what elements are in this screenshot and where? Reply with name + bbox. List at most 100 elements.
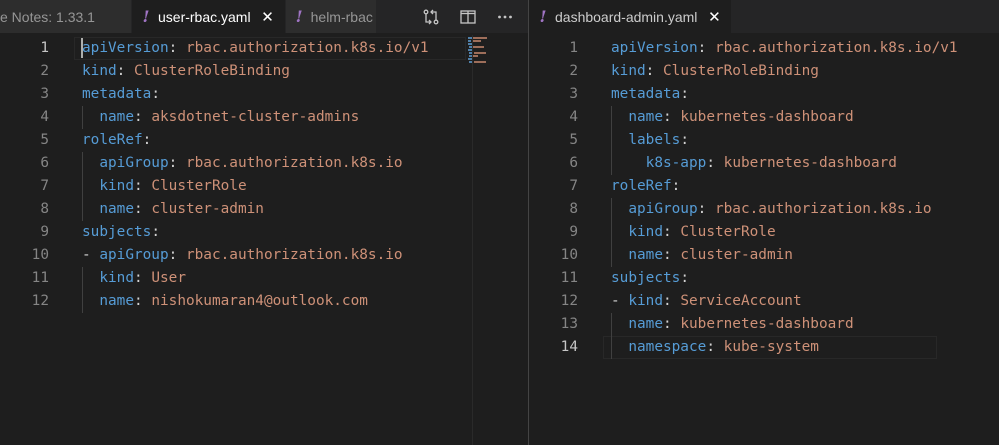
line-number: 14 xyxy=(560,339,578,355)
yaml-value: rbac.authorization.k8s.io xyxy=(185,247,403,263)
code-editor-right[interactable]: 1 apiVersion: rbac.authorization.k8s.io/v… xyxy=(529,35,999,445)
code-text: kind: User xyxy=(99,270,186,286)
code-line[interactable]: 7 roleRef: xyxy=(529,175,999,198)
line-number: 8 xyxy=(40,201,49,217)
editor-actions xyxy=(408,0,528,33)
code-line[interactable]: 7 kind: ClusterRole xyxy=(0,175,528,198)
code-line[interactable]: 6 k8s-app: kubernetes-dashboard xyxy=(529,152,999,175)
code-line[interactable]: 8 name: cluster-admin xyxy=(0,198,528,221)
yaml-key: kind xyxy=(99,270,134,286)
yaml-value: ClusterRole xyxy=(680,224,776,240)
line-number: 1 xyxy=(40,40,49,56)
line-number: 12 xyxy=(31,293,49,309)
code-line[interactable]: 11 subjects: xyxy=(529,267,999,290)
minimap[interactable] xyxy=(468,35,488,65)
code-line[interactable]: 4 name: aksdotnet-cluster-admins xyxy=(0,106,528,129)
line-number: 8 xyxy=(569,201,578,217)
tab-user-rbac-yaml[interactable]: ! user-rbac.yaml ✕ xyxy=(132,0,286,33)
more-actions-icon[interactable] xyxy=(493,5,517,29)
scrollbar-track[interactable] xyxy=(472,35,473,445)
code-line[interactable]: 8 apiGroup: rbac.authorization.k8s.io xyxy=(529,198,999,221)
line-number: 6 xyxy=(569,155,578,171)
line-number: 1 xyxy=(569,40,578,56)
line-number: 9 xyxy=(569,224,578,240)
code-text: apiGroup: rbac.authorization.k8s.io xyxy=(628,201,932,217)
close-icon[interactable]: ✕ xyxy=(707,8,721,26)
code-text: kind: ClusterRoleBinding xyxy=(82,63,290,79)
code-line[interactable]: 11 kind: User xyxy=(0,267,528,290)
tab-dashboard-admin-yaml[interactable]: ! dashboard-admin.yaml ✕ xyxy=(529,0,733,33)
yaml-value: ClusterRole xyxy=(151,178,247,194)
tab-label: dashboard-admin.yaml xyxy=(555,8,698,25)
yaml-key: kind xyxy=(611,63,646,79)
code-line[interactable]: 10 name: cluster-admin xyxy=(529,244,999,267)
yaml-value: nishokumaran4@outlook.com xyxy=(151,293,368,309)
indent-guide xyxy=(611,313,612,359)
code-line[interactable]: 12 name: nishokumaran4@outlook.com xyxy=(0,290,528,313)
yaml-value: cluster-admin xyxy=(680,247,793,263)
code-line[interactable]: 6 apiGroup: rbac.authorization.k8s.io xyxy=(0,152,528,175)
code-editor-left[interactable]: 1 apiVersion: rbac.authorization.k8s.io/v… xyxy=(0,35,528,445)
close-icon[interactable]: ✕ xyxy=(261,8,275,26)
code-text: roleRef: xyxy=(611,178,681,194)
yaml-key: kind xyxy=(82,63,117,79)
yaml-value: ClusterRoleBinding xyxy=(134,63,290,79)
yaml-key: name xyxy=(628,316,663,332)
code-text: apiVersion: rbac.authorization.k8s.io/v1 xyxy=(82,40,429,56)
yaml-key: subjects xyxy=(611,270,681,286)
line-number: 3 xyxy=(569,86,578,102)
code-text: roleRef: xyxy=(82,132,152,148)
yaml-key: name xyxy=(99,293,134,309)
split-editor-icon[interactable] xyxy=(456,5,480,29)
yaml-value: rbac.authorization.k8s.io xyxy=(714,201,932,217)
yaml-value: rbac.authorization.k8s.io/v1 xyxy=(185,40,429,56)
code-line[interactable]: 1 apiVersion: rbac.authorization.k8s.io/v… xyxy=(529,37,999,60)
yaml-icon: ! xyxy=(295,7,303,26)
code-text: name: aksdotnet-cluster-admins xyxy=(99,109,360,125)
line-number: 6 xyxy=(40,155,49,171)
code-line[interactable]: 12 - kind: ServiceAccount xyxy=(529,290,999,313)
code-line[interactable]: 2 kind: ClusterRoleBinding xyxy=(529,60,999,83)
code-line[interactable]: 10 - apiGroup: rbac.authorization.k8s.io xyxy=(0,244,528,267)
indent-guide xyxy=(611,106,612,175)
code-text: name: kubernetes-dashboard xyxy=(628,109,854,125)
indent-guide xyxy=(82,267,83,313)
yaml-key: apiVersion xyxy=(611,40,698,56)
code-line[interactable]: 9 kind: ClusterRole xyxy=(529,221,999,244)
code-line[interactable]: 5 roleRef: xyxy=(0,129,528,152)
yaml-key: kind xyxy=(628,293,663,309)
yaml-value: kube-system xyxy=(723,339,819,355)
code-line[interactable]: 9 subjects: xyxy=(0,221,528,244)
line-number: 3 xyxy=(40,86,49,102)
code-line[interactable]: 3 metadata: xyxy=(529,83,999,106)
tab-release-notes[interactable]: e Notes: 1.33.1 xyxy=(0,0,132,33)
open-changes-icon[interactable] xyxy=(419,5,443,29)
code-text: subjects: xyxy=(82,224,160,240)
code-line[interactable]: 2 kind: ClusterRoleBinding xyxy=(0,60,528,83)
code-text: k8s-app: kubernetes-dashboard xyxy=(645,155,897,171)
line-number: 11 xyxy=(31,270,49,286)
code-line[interactable]: 5 labels: xyxy=(529,129,999,152)
line-number: 12 xyxy=(560,293,578,309)
code-line[interactable]: 13 name: kubernetes-dashboard xyxy=(529,313,999,336)
yaml-icon: ! xyxy=(539,7,547,26)
code-line[interactable]: 4 name: kubernetes-dashboard xyxy=(529,106,999,129)
code-line[interactable]: 3 metadata: xyxy=(0,83,528,106)
yaml-key: roleRef xyxy=(611,178,672,194)
line-number: 10 xyxy=(31,247,49,263)
line-number: 2 xyxy=(569,63,578,79)
indent-guide xyxy=(82,152,83,221)
tab-label: user-rbac.yaml xyxy=(158,8,251,25)
code-line[interactable]: 1 apiVersion: rbac.authorization.k8s.io/v… xyxy=(0,37,528,60)
line-number: 5 xyxy=(40,132,49,148)
code-text: subjects: xyxy=(611,270,689,286)
yaml-value: cluster-admin xyxy=(151,201,264,217)
yaml-value: ServiceAccount xyxy=(680,293,802,309)
editor-group-left: e Notes: 1.33.1 ! user-rbac.yaml ✕ ! hel… xyxy=(0,0,528,445)
code-text: apiGroup: rbac.authorization.k8s.io xyxy=(99,155,403,171)
yaml-key: apiGroup xyxy=(99,247,169,263)
tab-helm-rbac[interactable]: ! helm-rbac xyxy=(285,0,377,33)
yaml-key: name xyxy=(99,201,134,217)
code-text: metadata: xyxy=(611,86,689,102)
code-line[interactable]: 14 namespace: kube-system xyxy=(529,336,999,359)
